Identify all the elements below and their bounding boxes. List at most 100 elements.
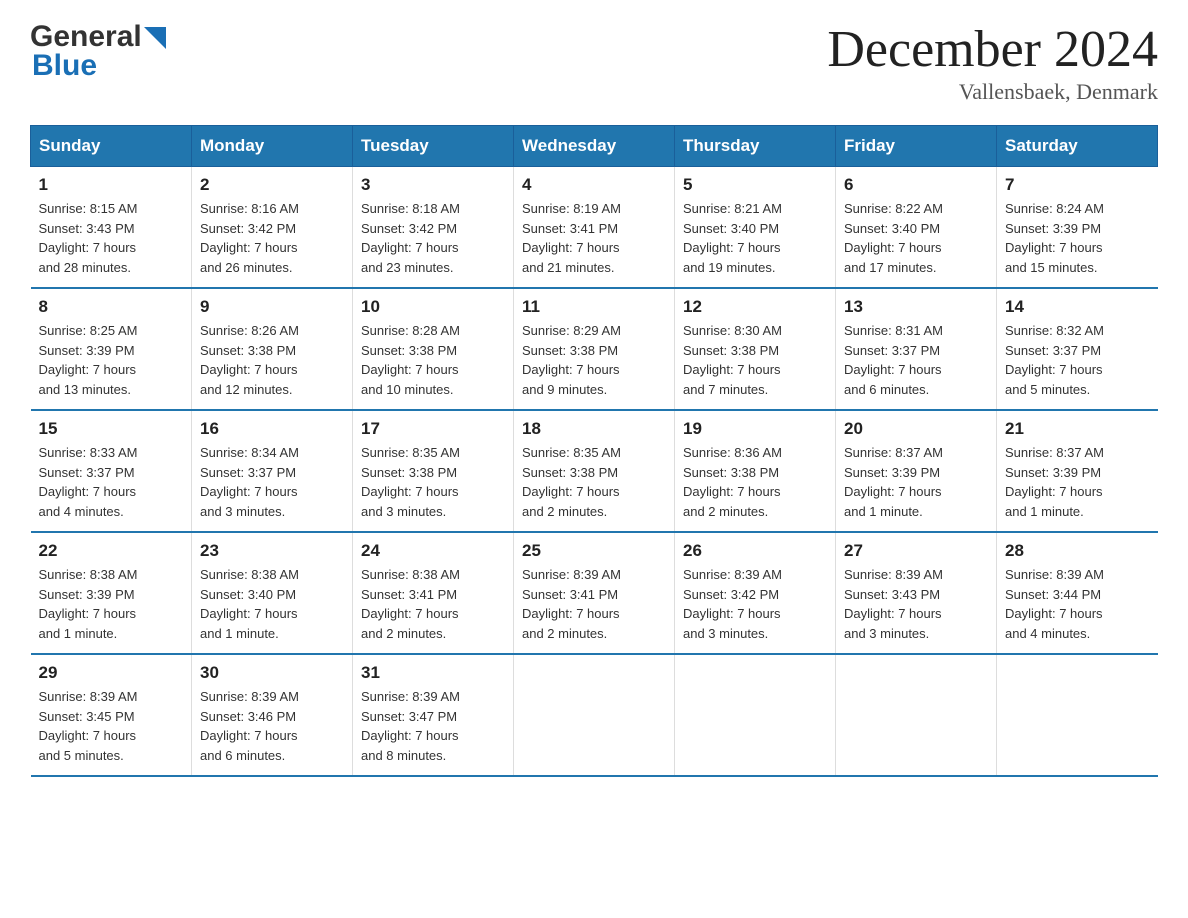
col-friday: Friday — [836, 126, 997, 167]
logo-arrow-icon — [144, 27, 166, 49]
table-row: 21 Sunrise: 8:37 AMSunset: 3:39 PMDayligh… — [997, 410, 1158, 532]
table-row: 7 Sunrise: 8:24 AMSunset: 3:39 PMDaylight… — [997, 167, 1158, 289]
calendar-week-row: 8 Sunrise: 8:25 AMSunset: 3:39 PMDaylight… — [31, 288, 1158, 410]
table-row: 9 Sunrise: 8:26 AMSunset: 3:38 PMDaylight… — [192, 288, 353, 410]
calendar-table: Sunday Monday Tuesday Wednesday Thursday… — [30, 125, 1158, 777]
day-number: 8 — [39, 297, 184, 317]
day-number: 30 — [200, 663, 344, 683]
table-row: 20Sunrise: 8:37 AMSunset: 3:39 PMDayligh… — [836, 410, 997, 532]
day-number: 18 — [522, 419, 666, 439]
day-info: Sunrise: 8:31 AMSunset: 3:37 PMDaylight:… — [844, 321, 988, 399]
day-info: Sunrise: 8:21 AMSunset: 3:40 PMDaylight:… — [683, 199, 827, 277]
day-number: 15 — [39, 419, 184, 439]
table-row: 27 Sunrise: 8:39 AMSunset: 3:43 PMDayligh… — [836, 532, 997, 654]
table-row: 29Sunrise: 8:39 AMSunset: 3:45 PMDayligh… — [31, 654, 192, 776]
table-row: 23 Sunrise: 8:38 AMSunset: 3:40 PMDayligh… — [192, 532, 353, 654]
day-number: 13 — [844, 297, 988, 317]
day-number: 19 — [683, 419, 827, 439]
table-row: 26Sunrise: 8:39 AMSunset: 3:42 PMDayligh… — [675, 532, 836, 654]
day-info: Sunrise: 8:24 AMSunset: 3:39 PMDaylight:… — [1005, 199, 1150, 277]
col-sunday: Sunday — [31, 126, 192, 167]
day-number: 12 — [683, 297, 827, 317]
day-info: Sunrise: 8:25 AMSunset: 3:39 PMDaylight:… — [39, 321, 184, 399]
page-header: General Blue December 2024 Vallensbaek, … — [30, 20, 1158, 105]
col-tuesday: Tuesday — [353, 126, 514, 167]
table-row: 19Sunrise: 8:36 AMSunset: 3:38 PMDayligh… — [675, 410, 836, 532]
table-row: 31 Sunrise: 8:39 AMSunset: 3:47 PMDayligh… — [353, 654, 514, 776]
month-year-title: December 2024 — [827, 20, 1158, 79]
day-info: Sunrise: 8:37 AMSunset: 3:39 PMDaylight:… — [1005, 443, 1150, 521]
location-subtitle: Vallensbaek, Denmark — [827, 79, 1158, 105]
day-info: Sunrise: 8:26 AMSunset: 3:38 PMDaylight:… — [200, 321, 344, 399]
table-row: 24 Sunrise: 8:38 AMSunset: 3:41 PMDayligh… — [353, 532, 514, 654]
table-row: 12Sunrise: 8:30 AMSunset: 3:38 PMDayligh… — [675, 288, 836, 410]
day-number: 24 — [361, 541, 505, 561]
logo: General Blue — [30, 20, 166, 83]
day-number: 16 — [200, 419, 344, 439]
table-row — [997, 654, 1158, 776]
day-number: 25 — [522, 541, 666, 561]
day-info: Sunrise: 8:16 AMSunset: 3:42 PMDaylight:… — [200, 199, 344, 277]
day-number: 27 — [844, 541, 988, 561]
calendar-week-row: 29Sunrise: 8:39 AMSunset: 3:45 PMDayligh… — [31, 654, 1158, 776]
table-row: 22 Sunrise: 8:38 AMSunset: 3:39 PMDayligh… — [31, 532, 192, 654]
day-info: Sunrise: 8:39 AMSunset: 3:42 PMDaylight:… — [683, 565, 827, 643]
day-number: 14 — [1005, 297, 1150, 317]
day-number: 28 — [1005, 541, 1150, 561]
day-info: Sunrise: 8:35 AMSunset: 3:38 PMDaylight:… — [361, 443, 505, 521]
table-row: 15 Sunrise: 8:33 AMSunset: 3:37 PMDayligh… — [31, 410, 192, 532]
day-number: 5 — [683, 175, 827, 195]
day-number: 7 — [1005, 175, 1150, 195]
col-thursday: Thursday — [675, 126, 836, 167]
day-info: Sunrise: 8:22 AMSunset: 3:40 PMDaylight:… — [844, 199, 988, 277]
day-number: 9 — [200, 297, 344, 317]
table-row: 8 Sunrise: 8:25 AMSunset: 3:39 PMDaylight… — [31, 288, 192, 410]
table-row: 18 Sunrise: 8:35 AMSunset: 3:38 PMDayligh… — [514, 410, 675, 532]
day-info: Sunrise: 8:39 AMSunset: 3:43 PMDaylight:… — [844, 565, 988, 643]
table-row: 11Sunrise: 8:29 AMSunset: 3:38 PMDayligh… — [514, 288, 675, 410]
table-row: 30 Sunrise: 8:39 AMSunset: 3:46 PMDayligh… — [192, 654, 353, 776]
table-row: 25Sunrise: 8:39 AMSunset: 3:41 PMDayligh… — [514, 532, 675, 654]
table-row — [836, 654, 997, 776]
day-number: 1 — [39, 175, 184, 195]
day-info: Sunrise: 8:19 AMSunset: 3:41 PMDaylight:… — [522, 199, 666, 277]
day-number: 17 — [361, 419, 505, 439]
day-info: Sunrise: 8:39 AMSunset: 3:47 PMDaylight:… — [361, 687, 505, 765]
day-info: Sunrise: 8:35 AMSunset: 3:38 PMDaylight:… — [522, 443, 666, 521]
day-info: Sunrise: 8:37 AMSunset: 3:39 PMDaylight:… — [844, 443, 988, 521]
day-number: 21 — [1005, 419, 1150, 439]
table-row: 14Sunrise: 8:32 AMSunset: 3:37 PMDayligh… — [997, 288, 1158, 410]
day-info: Sunrise: 8:38 AMSunset: 3:40 PMDaylight:… — [200, 565, 344, 643]
table-row: 10Sunrise: 8:28 AMSunset: 3:38 PMDayligh… — [353, 288, 514, 410]
day-number: 11 — [522, 297, 666, 317]
day-info: Sunrise: 8:15 AMSunset: 3:43 PMDaylight:… — [39, 199, 184, 277]
day-info: Sunrise: 8:33 AMSunset: 3:37 PMDaylight:… — [39, 443, 184, 521]
day-number: 29 — [39, 663, 184, 683]
calendar-week-row: 1 Sunrise: 8:15 AMSunset: 3:43 PMDaylight… — [31, 167, 1158, 289]
table-row — [514, 654, 675, 776]
day-info: Sunrise: 8:18 AMSunset: 3:42 PMDaylight:… — [361, 199, 505, 277]
col-monday: Monday — [192, 126, 353, 167]
day-number: 22 — [39, 541, 184, 561]
table-row — [675, 654, 836, 776]
table-row: 4Sunrise: 8:19 AMSunset: 3:41 PMDaylight… — [514, 167, 675, 289]
day-info: Sunrise: 8:38 AMSunset: 3:41 PMDaylight:… — [361, 565, 505, 643]
day-number: 2 — [200, 175, 344, 195]
col-saturday: Saturday — [997, 126, 1158, 167]
table-row: 17 Sunrise: 8:35 AMSunset: 3:38 PMDayligh… — [353, 410, 514, 532]
day-number: 6 — [844, 175, 988, 195]
day-number: 3 — [361, 175, 505, 195]
calendar-week-row: 15 Sunrise: 8:33 AMSunset: 3:37 PMDayligh… — [31, 410, 1158, 532]
day-info: Sunrise: 8:39 AMSunset: 3:44 PMDaylight:… — [1005, 565, 1150, 643]
table-row: 6 Sunrise: 8:22 AMSunset: 3:40 PMDaylight… — [836, 167, 997, 289]
day-info: Sunrise: 8:28 AMSunset: 3:38 PMDaylight:… — [361, 321, 505, 399]
day-info: Sunrise: 8:34 AMSunset: 3:37 PMDaylight:… — [200, 443, 344, 521]
table-row: 5 Sunrise: 8:21 AMSunset: 3:40 PMDaylight… — [675, 167, 836, 289]
day-number: 31 — [361, 663, 505, 683]
table-row: 1 Sunrise: 8:15 AMSunset: 3:43 PMDaylight… — [31, 167, 192, 289]
logo-blue-text: Blue — [32, 49, 97, 83]
day-number: 23 — [200, 541, 344, 561]
day-info: Sunrise: 8:39 AMSunset: 3:46 PMDaylight:… — [200, 687, 344, 765]
col-wednesday: Wednesday — [514, 126, 675, 167]
day-info: Sunrise: 8:38 AMSunset: 3:39 PMDaylight:… — [39, 565, 184, 643]
